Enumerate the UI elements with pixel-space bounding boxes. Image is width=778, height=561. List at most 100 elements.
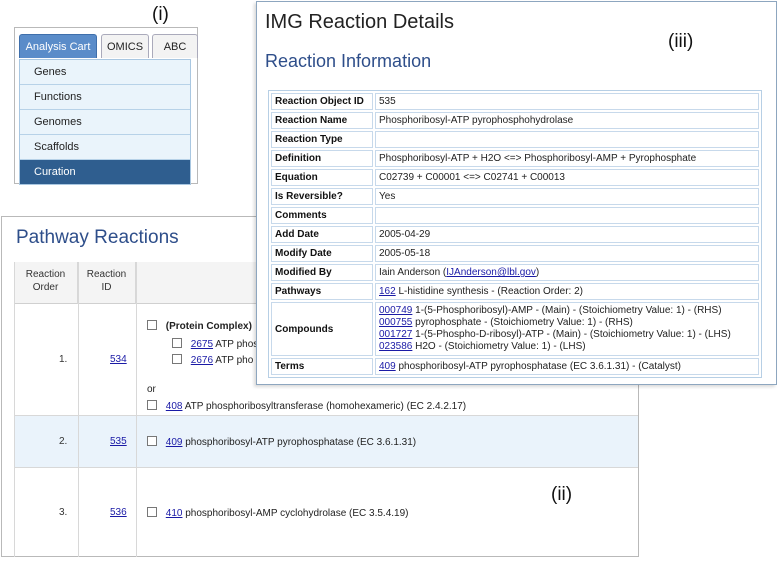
tab-abc[interactable]: ABC xyxy=(152,34,198,58)
header-reaction-id: Reaction ID xyxy=(78,262,136,304)
menu-item-curation[interactable]: Curation xyxy=(20,160,190,184)
field-value: 000749 1-(5-Phosphoribosyl)-AMP - (Main)… xyxy=(375,302,759,356)
reaction-id-link[interactable]: 534 xyxy=(110,354,127,365)
compound-line: 000749 1-(5-Phosphoribosyl)-AMP - (Main)… xyxy=(379,305,755,317)
menu-item-functions[interactable]: Functions xyxy=(20,85,190,110)
field-key: Comments xyxy=(271,207,373,224)
complex-label: (Protein Complex) xyxy=(165,321,252,332)
enzyme-id-link[interactable]: 409 xyxy=(166,437,183,448)
row-order: 3. xyxy=(59,507,68,518)
pathway-text: L-histidine synthesis - (Reaction Order:… xyxy=(395,286,583,297)
compound-link[interactable]: 023586 xyxy=(379,341,412,352)
enzyme-name: ATP pho xyxy=(215,355,254,366)
tab-bar: Analysis Cart OMICS ABC xyxy=(19,34,199,58)
enzyme-id-link[interactable]: 2675 xyxy=(191,339,213,350)
field-key: Reaction Type xyxy=(271,131,373,148)
table-row: Reaction Object ID 535 xyxy=(271,93,759,110)
compound-link[interactable]: 001727 xyxy=(379,329,412,340)
compound-line: 023586 H2O - (Stoichiometry Value: 1) - … xyxy=(379,341,755,353)
enzyme-name: ATP phosphoribosyltransferase (homohexam… xyxy=(184,401,467,412)
checkbox[interactable] xyxy=(147,400,157,410)
menu-item-genomes[interactable]: Genomes xyxy=(20,110,190,135)
term-link[interactable]: 409 xyxy=(379,361,396,372)
menu-item-scaffolds[interactable]: Scaffolds xyxy=(20,135,190,160)
field-key: Definition xyxy=(271,150,373,167)
compound-link[interactable]: 000755 xyxy=(379,317,412,328)
field-key: Equation xyxy=(271,169,373,186)
page-title: IMG Reaction Details xyxy=(265,11,454,33)
reaction-id-link[interactable]: 536 xyxy=(110,507,127,518)
field-value xyxy=(375,207,759,224)
or-label: or xyxy=(147,384,156,395)
panel-label-i: (i) xyxy=(152,4,169,25)
analysis-cart-panel: Analysis Cart OMICS ABC Genes Functions … xyxy=(14,27,199,185)
compound-text: pyrophosphate - (Stoichiometry Value: 1)… xyxy=(412,317,633,328)
grid-line xyxy=(78,262,79,557)
header-reaction-order: Reaction Order xyxy=(14,262,78,304)
modifier-name: Iain Anderson ( xyxy=(379,267,447,278)
complex-row: (Protein Complex) xyxy=(147,320,252,333)
field-value: 162 L-histidine synthesis - (Reaction Or… xyxy=(375,283,759,300)
menu-item-genes[interactable]: Genes xyxy=(20,60,190,85)
enzyme-id-link[interactable]: 410 xyxy=(166,508,183,519)
compound-line: 000755 pyrophosphate - (Stoichiometry Va… xyxy=(379,317,755,329)
grid-line xyxy=(14,262,15,557)
reaction-id-link[interactable]: 535 xyxy=(110,436,127,447)
checkbox[interactable] xyxy=(147,507,157,517)
field-key: Modify Date xyxy=(271,245,373,262)
enzyme-row: 409 phosphoribosyl-ATP pyrophosphatase (… xyxy=(147,436,416,449)
compound-text: 1-(5-Phosphoribosyl)-AMP - (Main) - (Sto… xyxy=(412,305,722,316)
enzyme-row: 408 ATP phosphoribosyltransferase (homoh… xyxy=(147,400,466,413)
checkbox[interactable] xyxy=(147,436,157,446)
compound-link[interactable]: 000749 xyxy=(379,305,412,316)
checkbox[interactable] xyxy=(172,354,182,364)
modifier-close: ) xyxy=(535,267,540,278)
field-value: 535 xyxy=(375,93,759,110)
enzyme-name: phosphoribosyl-ATP pyrophosphatase (EC 3… xyxy=(185,437,417,448)
reaction-info-table: Reaction Object ID 535 Reaction Name Pho… xyxy=(268,90,762,378)
field-value xyxy=(375,131,759,148)
term-text: phosphoribosyl-ATP pyrophosphatase (EC 3… xyxy=(395,361,682,372)
modifier-email-link[interactable]: IJAnderson@lbl.gov xyxy=(446,267,536,278)
reaction-details-panel: IMG Reaction Details Reaction Informatio… xyxy=(256,1,777,385)
grid-line xyxy=(14,467,638,468)
cart-menu: Genes Functions Genomes Scaffolds Curati… xyxy=(19,59,191,185)
compound-text: 1-(5-Phospho-D-ribosyl)-ATP - (Main) - (… xyxy=(412,329,731,340)
table-row: Pathways 162 L-histidine synthesis - (Re… xyxy=(271,283,759,300)
grid-line xyxy=(14,415,638,416)
field-value: Phosphoribosyl-ATP + H2O <=> Phosphoribo… xyxy=(375,150,759,167)
table-row: Equation C02739 + C00001 <=> C02741 + C0… xyxy=(271,169,759,186)
enzyme-id-link[interactable]: 2676 xyxy=(191,355,213,366)
table-row: Modified By Iain Anderson (IJAnderson@lb… xyxy=(271,264,759,281)
enzyme-id-link[interactable]: 408 xyxy=(166,401,183,412)
compound-line: 001727 1-(5-Phospho-D-ribosyl)-ATP - (Ma… xyxy=(379,329,755,341)
field-value: 2005-04-29 xyxy=(375,226,759,243)
complex-item-row: 2676 ATP pho xyxy=(172,354,253,367)
table-row: Add Date 2005-04-29 xyxy=(271,226,759,243)
checkbox[interactable] xyxy=(147,320,157,330)
enzyme-row: 410 phosphoribosyl-AMP cyclohydrolase (E… xyxy=(147,507,409,520)
field-value: 409 phosphoribosyl-ATP pyrophosphatase (… xyxy=(375,358,759,375)
pathway-link[interactable]: 162 xyxy=(379,286,396,297)
table-row: Comments xyxy=(271,207,759,224)
field-key: Terms xyxy=(271,358,373,375)
table-row: Is Reversible? Yes xyxy=(271,188,759,205)
table-row: Definition Phosphoribosyl-ATP + H2O <=> … xyxy=(271,150,759,167)
field-key: Compounds xyxy=(271,302,373,356)
field-key: Modified By xyxy=(271,264,373,281)
row-order: 2. xyxy=(59,436,68,447)
table-row: Terms 409 phosphoribosyl-ATP pyrophospha… xyxy=(271,358,759,375)
tab-omics[interactable]: OMICS xyxy=(101,34,149,58)
pathway-reactions-title: Pathway Reactions xyxy=(16,227,179,248)
tab-analysis-cart[interactable]: Analysis Cart xyxy=(19,34,97,58)
field-value: Yes xyxy=(375,188,759,205)
field-value: Phosphoribosyl-ATP pyrophosphohydrolase xyxy=(375,112,759,129)
grid-line xyxy=(136,262,137,557)
table-row: Reaction Type xyxy=(271,131,759,148)
checkbox[interactable] xyxy=(172,338,182,348)
section-title: Reaction Information xyxy=(265,51,432,71)
panel-label-ii: (ii) xyxy=(551,484,573,505)
field-key: Pathways xyxy=(271,283,373,300)
complex-item-row: 2675 ATP phos xyxy=(172,338,258,351)
row-order: 1. xyxy=(59,354,68,365)
